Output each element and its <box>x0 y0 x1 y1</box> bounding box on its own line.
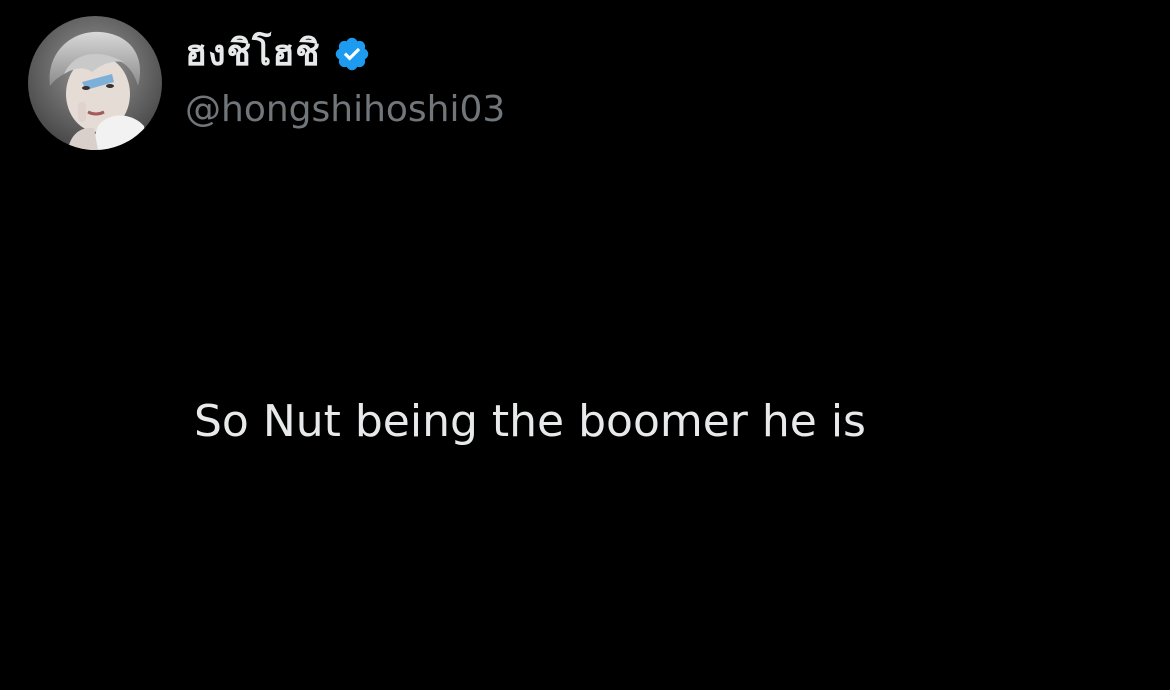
verified-badge-icon[interactable] <box>333 35 371 73</box>
avatar-photo <box>28 16 162 150</box>
tweet-header: ฮงชิโฮชิ @hongshihoshi03 <box>28 16 505 150</box>
avatar[interactable] <box>28 16 162 150</box>
author-identity: ฮงชิโฮชิ @hongshihoshi03 <box>185 16 505 132</box>
tweet-text: So Nut being the boomer he is <box>194 396 866 447</box>
name-row: ฮงชิโฮชิ <box>185 24 505 84</box>
tweet-card: ฮงชิโฮชิ @hongshihoshi03 So Nut being th… <box>0 0 1170 690</box>
author-handle[interactable]: @hongshihoshi03 <box>185 88 505 132</box>
display-name[interactable]: ฮงชิโฮชิ <box>185 32 321 76</box>
